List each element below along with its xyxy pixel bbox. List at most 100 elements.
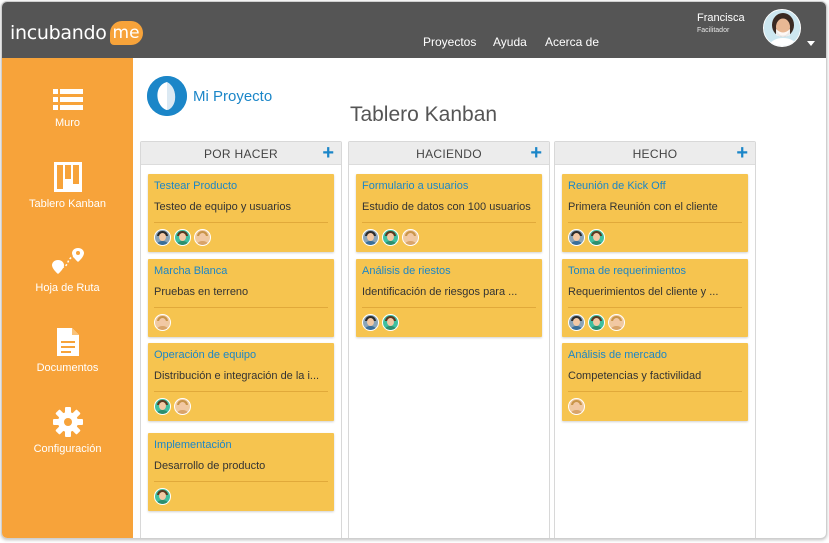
app-logo[interactable]: incubando me	[10, 21, 143, 45]
kanban-card[interactable]: Análisis de mercado Competencias y factiv…	[562, 343, 748, 421]
kanban-card[interactable]: Formulario a usuarios Estudio de datos co…	[356, 174, 542, 252]
column-title: HACIENDO	[416, 147, 482, 161]
card-title[interactable]: Toma de requerimientos	[568, 265, 686, 277]
card-title[interactable]: Testear Producto	[154, 180, 237, 192]
assignee-avatar[interactable]	[362, 313, 379, 331]
card-divider	[154, 481, 328, 482]
app-window: incubando me Proyectos Ayuda Acerca de F…	[1, 1, 827, 539]
kanban-column: POR HACER + Testear Producto Testeo de equi…	[140, 141, 342, 538]
add-card-plus-icon[interactable]: +	[736, 143, 748, 163]
card-description: Testeo de equipo y usuarios	[154, 201, 291, 213]
card-assignees	[154, 313, 174, 331]
card-description: Competencias y factivilidad	[568, 370, 702, 382]
column-title: HECHO	[632, 147, 678, 161]
assignee-avatar[interactable]	[154, 488, 171, 505]
card-assignees	[154, 398, 194, 415]
column-header: HACIENDO +	[349, 142, 549, 165]
logo-text: incubando	[10, 22, 107, 44]
column-header: POR HACER +	[141, 142, 341, 165]
sidebar-item-hoja-de-ruta[interactable]: Hoja de Ruta	[2, 248, 133, 294]
route-icon	[51, 248, 84, 274]
assignee-avatar[interactable]	[362, 229, 379, 246]
nav-acerca-de[interactable]: Acerca de	[545, 35, 599, 49]
user-menu-chevron-down-icon[interactable]	[807, 41, 815, 46]
kanban-column: HACIENDO + Formulario a usuarios Estudio de…	[348, 141, 550, 538]
card-description: Identificación de riesgos para ...	[362, 285, 518, 298]
card-title[interactable]: Operación de equipo	[154, 349, 256, 361]
card-assignees	[154, 229, 214, 246]
card-title[interactable]: Análisis de riestos	[362, 265, 451, 277]
assignee-avatar[interactable]	[568, 313, 585, 331]
gear-icon	[52, 407, 83, 437]
sidebar-item-configuracion[interactable]: Configuración	[2, 407, 133, 455]
assignee-avatar[interactable]	[174, 398, 191, 415]
kanban-card[interactable]: Implementación Desarrollo de producto	[148, 433, 334, 511]
page-title-wrap: Tablero Kanban	[2, 103, 826, 127]
card-divider	[568, 222, 742, 223]
add-card-plus-icon[interactable]: +	[530, 143, 542, 163]
card-assignees	[568, 313, 628, 331]
assignee-avatar[interactable]	[194, 229, 211, 246]
kanban-card[interactable]: Marcha Blanca Pruebas en terreno	[148, 258, 334, 337]
card-divider	[154, 222, 328, 223]
kanban-card[interactable]: Testear Producto Testeo de equipo y usuar…	[148, 174, 334, 252]
card-assignees	[568, 398, 588, 415]
user-name: Francisca	[697, 12, 745, 24]
assignee-avatar[interactable]	[608, 313, 625, 331]
user-role: Facilitador	[697, 27, 730, 34]
sidebar: Muro Tablero Kanban Hoja de Ruta Documen…	[2, 58, 133, 538]
sidebar-item-label: Configuración	[33, 443, 102, 455]
logo-badge: me	[109, 21, 143, 45]
card-title[interactable]: Implementación	[154, 439, 232, 451]
sidebar-item-label: Tablero Kanban	[28, 198, 107, 210]
sidebar-item-label: Documentos	[36, 362, 99, 374]
kanban-card[interactable]: Toma de requerimientos Requerimientos del…	[562, 258, 748, 337]
assignee-avatar[interactable]	[382, 229, 399, 246]
kanban-card[interactable]: Análisis de riestos Identificación de rie…	[356, 258, 542, 337]
card-description: Primera Reunión con el cliente	[568, 201, 718, 213]
assignee-avatar[interactable]	[588, 313, 605, 331]
sidebar-item-label: Hoja de Ruta	[35, 282, 100, 294]
card-description: Estudio de datos con 100 usuarios	[362, 201, 531, 213]
card-description: Pruebas en terreno	[154, 285, 249, 298]
kanban-column: HECHO + Reunión de Kick Off Primera Reunión…	[554, 141, 756, 538]
assignee-avatar[interactable]	[174, 229, 191, 246]
card-title[interactable]: Análisis de mercado	[568, 349, 667, 361]
card-assignees	[362, 229, 422, 246]
kanban-card[interactable]: Operación de equipo Distribución e integr…	[148, 343, 334, 421]
user-avatar[interactable]	[763, 9, 801, 47]
card-assignees	[568, 229, 608, 246]
assignee-avatar[interactable]	[154, 313, 171, 331]
assignee-avatar[interactable]	[382, 313, 399, 331]
sidebar-item-tablero-kanban[interactable]: Tablero Kanban	[2, 162, 133, 210]
card-assignees	[154, 488, 174, 505]
card-title[interactable]: Formulario a usuarios	[362, 180, 468, 192]
card-description: Requerimientos del cliente y ...	[568, 285, 719, 298]
card-description: Desarrollo de producto	[154, 460, 266, 472]
kanban-icon	[53, 162, 82, 192]
card-divider	[568, 391, 742, 392]
document-icon	[56, 328, 79, 356]
sidebar-item-documentos[interactable]: Documentos	[2, 328, 133, 374]
column-header: HECHO +	[555, 142, 755, 165]
add-card-plus-icon[interactable]: +	[322, 143, 334, 163]
page-title: Tablero Kanban	[349, 103, 498, 126]
top-bar: incubando me Proyectos Ayuda Acerca de F…	[2, 2, 826, 58]
card-divider	[568, 306, 742, 308]
card-assignees	[362, 313, 402, 331]
nav-ayuda[interactable]: Ayuda	[493, 35, 527, 49]
nav-proyectos[interactable]: Proyectos	[423, 35, 476, 49]
assignee-avatar[interactable]	[568, 398, 585, 415]
column-title: POR HACER	[203, 147, 279, 161]
assignee-avatar[interactable]	[154, 229, 171, 246]
card-title[interactable]: Reunión de Kick Off	[568, 180, 666, 192]
assignee-avatar[interactable]	[154, 398, 171, 415]
assignee-avatar[interactable]	[588, 229, 605, 246]
kanban-card[interactable]: Reunión de Kick Off Primera Reunión con e…	[562, 174, 748, 252]
card-title[interactable]: Marcha Blanca	[154, 265, 227, 277]
assignee-avatar[interactable]	[568, 229, 585, 246]
card-divider	[362, 222, 536, 223]
card-divider	[362, 306, 536, 308]
assignee-avatar[interactable]	[402, 229, 419, 246]
card-divider	[154, 391, 328, 392]
